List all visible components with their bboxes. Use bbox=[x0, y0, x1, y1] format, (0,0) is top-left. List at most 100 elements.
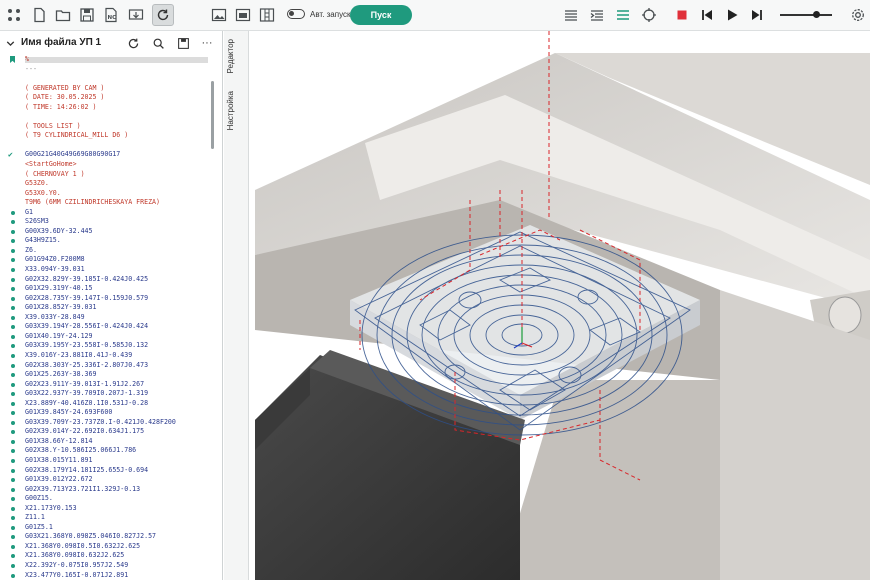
refresh-icon[interactable] bbox=[152, 4, 174, 26]
speed-slider[interactable] bbox=[780, 11, 832, 18]
editor-scrollbar[interactable] bbox=[211, 81, 214, 149]
code-line[interactable]: G02X28.735Y-39.147I-0.159J0.579 bbox=[0, 294, 212, 304]
line-marker-dot bbox=[11, 315, 15, 320]
tab-settings[interactable]: Настройка bbox=[226, 91, 235, 130]
code-line[interactable]: G03X21.368Y0.098Z5.046I0.827J2.57 bbox=[0, 532, 212, 542]
code-line[interactable]: G02X39.713Y23.721I1.329J-0.13 bbox=[0, 485, 212, 495]
play-icon[interactable] bbox=[721, 4, 743, 26]
line-marker-dot bbox=[11, 563, 15, 568]
code-line[interactable]: G02X23.911Y-39.013I-1.91J2.267 bbox=[0, 380, 212, 390]
code-line[interactable]: X33.094Y-39.031 bbox=[0, 265, 212, 275]
grid-icon[interactable] bbox=[3, 4, 25, 26]
code-line[interactable]: --- bbox=[0, 65, 212, 75]
code-line[interactable]: S26SM3 bbox=[0, 217, 212, 227]
code-line[interactable]: X39.033Y-28.849 bbox=[0, 313, 212, 323]
code-line[interactable]: G53X0.Y0. bbox=[0, 189, 212, 199]
code-line[interactable]: G53Z0. bbox=[0, 179, 212, 189]
code-line[interactable]: X21.368Y0.098I0.5I0.632J2.625 bbox=[0, 542, 212, 552]
code-text: X22.392Y-0.075I0.957J2.549 bbox=[25, 560, 129, 569]
toggle-switch[interactable] bbox=[287, 9, 305, 19]
skip-forward-icon[interactable] bbox=[746, 4, 768, 26]
reload-icon[interactable] bbox=[125, 35, 141, 51]
code-line[interactable]: X21.173Y0.153 bbox=[0, 504, 212, 514]
code-line[interactable]: G02X39.014Y-22.692I0.634J1.175 bbox=[0, 427, 212, 437]
code-line[interactable]: G02X38.303Y-25.336I-2.807J0.473 bbox=[0, 361, 212, 371]
code-line[interactable]: G01X28.852Y-39.031 bbox=[0, 303, 212, 313]
tab-editor[interactable]: Редактор bbox=[226, 39, 235, 73]
code-line[interactable]: G00Z15. bbox=[0, 494, 212, 504]
code-line[interactable]: G03X22.937Y-39.709I0.207J-1.319 bbox=[0, 389, 212, 399]
code-line[interactable]: G01X29.319Y-40.15 bbox=[0, 284, 212, 294]
code-line[interactable] bbox=[0, 74, 212, 84]
code-text: X33.094Y-39.031 bbox=[25, 265, 85, 274]
code-line[interactable]: ( CHERNOVAY 1 ) bbox=[0, 170, 212, 180]
nc-file-icon[interactable]: NC bbox=[100, 4, 122, 26]
autostart-toggle[interactable]: Авт. запуск bbox=[287, 9, 351, 19]
settings-icon[interactable] bbox=[847, 4, 869, 26]
code-line[interactable]: ✔ G00G21G40G49G69G80G90G17 bbox=[0, 150, 212, 160]
code-line[interactable]: G01X40.19Y-24.129 bbox=[0, 332, 212, 342]
code-line[interactable]: G01Z5.1 bbox=[0, 523, 212, 533]
new-file-icon[interactable] bbox=[28, 4, 50, 26]
code-line[interactable]: % bbox=[0, 55, 212, 65]
indent-list-icon[interactable] bbox=[586, 4, 608, 26]
code-line[interactable]: X21.368Y0.098I0.632J2.625 bbox=[0, 551, 212, 561]
code-line[interactable]: X39.016Y-23.881I0.41J-0.439 bbox=[0, 351, 212, 361]
code-line[interactable]: G01X39.845Y-24.693F600 bbox=[0, 408, 212, 418]
line-marker-dot bbox=[11, 544, 15, 549]
code-line[interactable]: X23.477Y0.165I-0.071J2.891 bbox=[0, 571, 212, 580]
code-line[interactable]: G00X39.6DY-32.445 bbox=[0, 227, 212, 237]
code-text: G02X39.014Y-22.692I0.634J1.175 bbox=[25, 427, 145, 436]
list-icon[interactable] bbox=[560, 4, 582, 26]
import-icon[interactable] bbox=[125, 4, 147, 26]
code-line[interactable]: G01G94Z0.F200M8 bbox=[0, 255, 212, 265]
skip-back-icon[interactable] bbox=[696, 4, 718, 26]
3d-viewport[interactable] bbox=[250, 31, 870, 580]
code-line[interactable]: ( T9 CYLINDRICAL_MILL D6 ) bbox=[0, 131, 212, 141]
code-line[interactable]: ( DATE: 30.05.2025 ) bbox=[0, 93, 212, 103]
code-line[interactable]: X23.889Y-40.416Z0.1I0.531J-0.28 bbox=[0, 399, 212, 409]
code-line[interactable] bbox=[0, 112, 212, 122]
code-text: G53X0.Y0. bbox=[25, 188, 61, 197]
code-line[interactable]: T9M6 (6MM CZILINDRICHESKAYA FREZA) bbox=[0, 198, 212, 208]
chevron-down-icon[interactable] bbox=[2, 35, 18, 51]
code-text: G53Z0. bbox=[25, 179, 49, 188]
code-line[interactable]: G1 bbox=[0, 208, 212, 218]
run-button[interactable]: Пуск bbox=[350, 5, 412, 25]
bookmark-icon bbox=[10, 56, 15, 63]
code-line[interactable]: G01X38.015Y11.891 bbox=[0, 456, 212, 466]
gcode-editor[interactable]: % --- ( GENERATED BY CAM )( DATE: 30.05.20… bbox=[0, 55, 212, 580]
slider-knob[interactable] bbox=[813, 11, 820, 18]
code-line[interactable]: G03X39.194Y-28.556I-0.424J0.424 bbox=[0, 322, 212, 332]
stop-icon[interactable] bbox=[671, 4, 693, 26]
save-icon[interactable] bbox=[76, 4, 98, 26]
code-line[interactable]: X22.392Y-0.075I0.957J2.549 bbox=[0, 561, 212, 571]
image-icon[interactable] bbox=[208, 4, 230, 26]
code-line[interactable]: G03X39.195Y-23.558I-0.585J0.132 bbox=[0, 341, 212, 351]
align-icon[interactable] bbox=[612, 4, 634, 26]
code-line[interactable]: G03X39.709Y-23.737Z0.I-0.421J0.428F200 bbox=[0, 418, 212, 428]
line-marker-dot bbox=[11, 392, 15, 397]
code-line[interactable]: G43H9Z15. bbox=[0, 236, 212, 246]
code-line[interactable]: ( TOOLS LIST ) bbox=[0, 122, 212, 132]
layout-icon[interactable] bbox=[256, 4, 278, 26]
target-icon[interactable] bbox=[638, 4, 660, 26]
code-line[interactable]: Z11.1 bbox=[0, 513, 212, 523]
view-icon[interactable] bbox=[232, 4, 254, 26]
open-folder-icon[interactable] bbox=[52, 4, 74, 26]
save-icon[interactable] bbox=[175, 35, 191, 51]
more-icon[interactable]: ··· bbox=[199, 35, 215, 51]
code-line[interactable]: G02X32.829Y-39.185I-0.424J0.425 bbox=[0, 275, 212, 285]
code-line[interactable]: G01X25.263Y-38.369 bbox=[0, 370, 212, 380]
search-icon[interactable] bbox=[150, 35, 166, 51]
code-line[interactable]: G02X38.179Y14.181I25.655J-0.694 bbox=[0, 466, 212, 476]
code-line[interactable]: ( GENERATED BY CAM ) bbox=[0, 84, 212, 94]
code-text: G02X28.735Y-39.147I-0.159J0.579 bbox=[25, 293, 149, 302]
code-line[interactable]: G01X38.66Y-12.814 bbox=[0, 437, 212, 447]
code-line[interactable]: <StartGoHome> bbox=[0, 160, 212, 170]
code-text: ( T9 CYLINDRICAL_MILL D6 ) bbox=[25, 131, 129, 140]
code-text: G02X39.713Y23.721I1.329J-0.13 bbox=[25, 484, 141, 493]
code-line[interactable]: ( TIME: 14:26:02 ) bbox=[0, 103, 212, 113]
code-line[interactable]: G02X38.Y-10.586I25.066J1.786 bbox=[0, 446, 212, 456]
code-line[interactable]: G01X39.012Y22.672 bbox=[0, 475, 212, 485]
